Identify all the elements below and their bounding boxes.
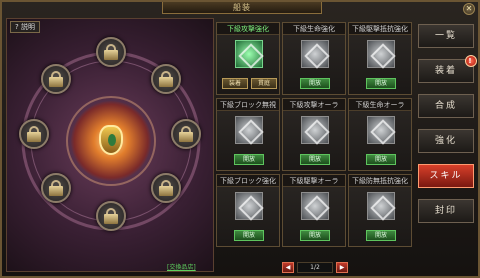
locked-slot[interactable] xyxy=(96,201,126,231)
lock-icon xyxy=(27,126,41,142)
next-page-button[interactable]: ▶ xyxy=(336,262,348,273)
skill-icon[interactable] xyxy=(301,40,329,68)
lock-icon xyxy=(104,44,118,60)
unlock-button[interactable]: 開放 xyxy=(300,230,330,241)
menu-button[interactable]: 装着! xyxy=(418,55,477,83)
release-button[interactable]: 貫庭 xyxy=(251,78,277,89)
unlock-button[interactable]: 開放 xyxy=(366,78,396,89)
locked-slot[interactable] xyxy=(19,119,49,149)
equip-button[interactable]: 装着 xyxy=(222,78,248,89)
skill-icon[interactable] xyxy=(301,192,329,220)
skill-title: 下級防無抵抗強化 xyxy=(349,175,411,187)
lock-icon xyxy=(159,71,173,87)
unlock-button[interactable]: 開放 xyxy=(300,78,330,89)
skill-icon[interactable] xyxy=(301,116,329,144)
menu-button[interactable]: 強化 xyxy=(418,129,474,153)
skill-grid: 下級攻撃強化 装着 貫庭 下級生命強化 開放 下級駆撃抵抗強化 開放 下級ブロック無視 開放 下級… xyxy=(216,22,416,258)
skill-card[interactable]: 下級攻撃強化装着 貫庭 xyxy=(216,22,280,95)
unlock-button[interactable]: 開放 xyxy=(366,154,396,165)
menu-button[interactable]: 封印 xyxy=(418,199,474,223)
skill-card[interactable]: 下級生命強化 開放 xyxy=(282,22,346,95)
menu-button[interactable]: 合成 xyxy=(418,94,474,118)
center-gem-icon[interactable] xyxy=(71,101,151,181)
page-indicator: 1/2 xyxy=(297,262,333,273)
skill-icon[interactable] xyxy=(235,116,263,144)
skill-card[interactable]: 下級ブロック強化 開放 xyxy=(216,174,280,247)
skill-card[interactable]: 下級防無抵抗強化 開放 xyxy=(348,174,412,247)
skill-icon[interactable] xyxy=(235,40,263,68)
menu-label: スキル xyxy=(429,171,463,181)
skill-title: 下級攻撃強化 xyxy=(217,23,279,35)
locked-slot[interactable] xyxy=(41,173,71,203)
alert-badge-icon: ! xyxy=(465,55,477,67)
lock-icon xyxy=(104,208,118,224)
prev-page-button[interactable]: ◀ xyxy=(282,262,294,273)
skill-icon[interactable] xyxy=(235,192,263,220)
skill-card[interactable]: 下級駆撃オーラ 開放 xyxy=(282,174,346,247)
locked-slot[interactable] xyxy=(151,173,181,203)
skill-title: 下級攻撃オーラ xyxy=(283,99,345,111)
skill-card[interactable]: 下級駆撃抵抗強化 開放 xyxy=(348,22,412,95)
locked-slot[interactable] xyxy=(171,119,201,149)
skill-title: 下級生命強化 xyxy=(283,23,345,35)
skill-icon[interactable] xyxy=(367,192,395,220)
skill-title: 下級駆撃抵抗強化 xyxy=(349,23,411,35)
skill-title: 下級ブロック無視 xyxy=(217,99,279,111)
menu-label: 装着 xyxy=(434,66,457,76)
skill-title: 下級生命オーラ xyxy=(349,99,411,111)
skill-icon[interactable] xyxy=(367,116,395,144)
lock-icon xyxy=(159,180,173,196)
unlock-button[interactable]: 開放 xyxy=(234,230,264,241)
locked-slot[interactable] xyxy=(96,37,126,67)
skill-card[interactable]: 下級生命オーラ 開放 xyxy=(348,98,412,171)
menu-label: 一覧 xyxy=(434,31,457,41)
menu-label: 強化 xyxy=(434,136,457,146)
skill-card[interactable]: 下級攻撃オーラ 開放 xyxy=(282,98,346,171)
menu-label: 合成 xyxy=(434,101,457,111)
skill-title: 下級ブロック強化 xyxy=(217,175,279,187)
unlock-button[interactable]: 開放 xyxy=(366,230,396,241)
menu-button[interactable]: スキル xyxy=(418,164,474,188)
skill-title: 下級駆撃オーラ xyxy=(283,175,345,187)
ring-panel: ? 説明 [交換品店] xyxy=(6,18,214,272)
unlock-button[interactable]: 開放 xyxy=(234,154,264,165)
menu-button[interactable]: 一覧 xyxy=(418,24,474,48)
menu-label: 封印 xyxy=(434,206,457,216)
unlock-button[interactable]: 開放 xyxy=(300,154,330,165)
skill-icon[interactable] xyxy=(367,40,395,68)
exchange-shop-link[interactable]: [交換品店] xyxy=(167,262,196,271)
window-title: 船装 xyxy=(233,3,251,12)
locked-slot[interactable] xyxy=(151,64,181,94)
close-icon[interactable]: ✕ xyxy=(463,3,475,15)
title-bar: 船装 xyxy=(162,2,322,14)
skill-card[interactable]: 下級ブロック無視 開放 xyxy=(216,98,280,171)
lock-icon xyxy=(49,71,63,87)
lock-icon xyxy=(49,180,63,196)
pager: ◀ 1/2 ▶ xyxy=(282,262,348,273)
locked-slot[interactable] xyxy=(41,64,71,94)
lock-icon xyxy=(179,126,193,142)
